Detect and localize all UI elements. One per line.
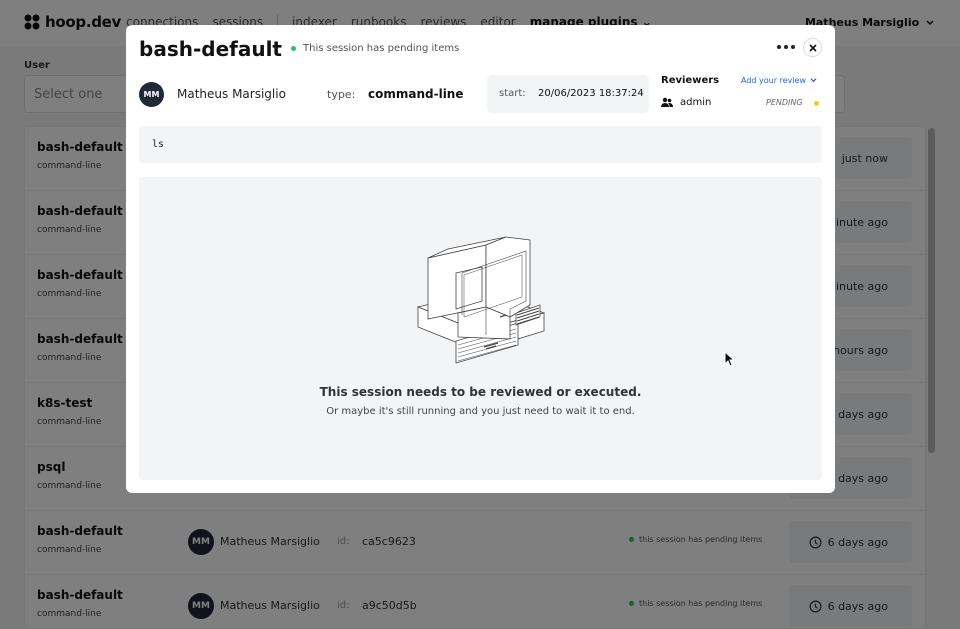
session-details-modal: bash-default This session has pending it… [126, 25, 835, 493]
pending-dot [814, 101, 819, 106]
reviewer-status: PENDING [766, 98, 803, 107]
close-button[interactable] [803, 38, 822, 57]
type-label: type: [327, 88, 356, 101]
script-box: ls [139, 126, 822, 163]
group-icon [661, 97, 673, 107]
pending-status-text: This session has pending items [303, 43, 460, 54]
modal-title: bash-default [139, 37, 282, 61]
status-dot [291, 46, 296, 51]
start-label: start: [499, 88, 526, 99]
session-user-name: Matheus Marsiglio [177, 87, 286, 101]
add-review-label: Add your review [741, 76, 807, 85]
avatar: MM [139, 82, 164, 107]
reviewer-name: admin [680, 97, 712, 108]
reviewers-title: Reviewers [661, 75, 720, 86]
start-value: 20/06/2023 18:37:24 [538, 88, 644, 99]
session-output-area: This session needs to be reviewed or exe… [139, 177, 822, 480]
empty-state-title: This session needs to be reviewed or exe… [319, 385, 642, 399]
add-review-button[interactable]: Add your review [741, 76, 817, 85]
chevron-down-icon [810, 78, 817, 83]
start-time-box: start: 20/06/2023 18:37:24 [487, 75, 649, 113]
mouse-cursor-icon [724, 351, 734, 367]
more-options-icon[interactable] [777, 42, 795, 52]
reviewer-item: admin PENDING [661, 96, 821, 110]
pending-status: This session has pending items [291, 43, 459, 54]
computer-illustration [416, 236, 546, 364]
close-icon [808, 43, 817, 52]
type-value: command-line [368, 87, 464, 101]
empty-state-subtitle: Or maybe it's still running and you just… [326, 406, 635, 417]
